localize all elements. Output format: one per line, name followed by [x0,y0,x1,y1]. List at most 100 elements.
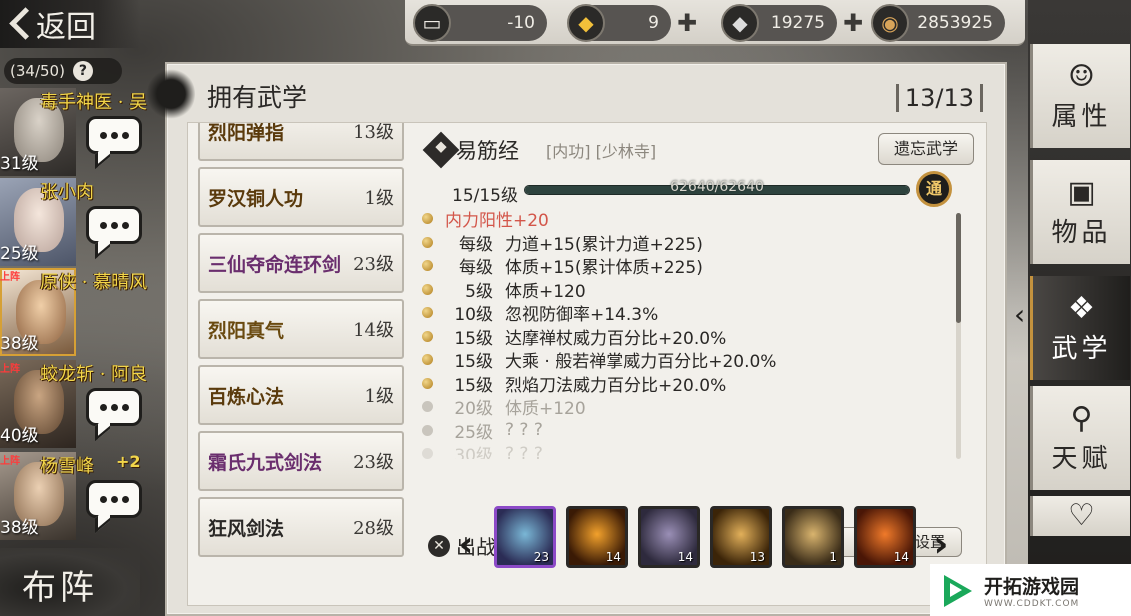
attribute-icon: ☺ [1068,59,1095,94]
slot-count: 14 [605,550,621,564]
roster-count: (34/50) ? [4,58,122,84]
stamina-counter: ▭ -10 [413,4,547,42]
effect-row: 10级 忽视防御率+14.3% [422,301,946,325]
effect-text: 体质+120 [505,281,586,302]
skill-list-item[interactable]: 狂风剑法 28级 [198,497,404,557]
flame-blade-icon[interactable]: 14 [854,506,916,568]
help-icon[interactable]: ? [72,61,93,81]
formation-button[interactable]: 布阵 [0,548,140,616]
tab-天赋[interactable]: ⚲ 天赋 [1030,386,1130,490]
hero-level: 38级 [0,334,39,354]
chat-icon[interactable] [86,206,142,244]
effect-level: 每级 [459,234,493,255]
skill-list-item[interactable]: 三仙夺命连环剑 23级 [198,233,404,293]
skill-list-name: 罗汉铜人功 [208,187,304,210]
skill-list-item[interactable]: 百炼心法 1级 [198,365,404,425]
effect-level: 15级 [454,328,493,349]
add-silver-icon[interactable]: ✚ [841,11,865,35]
tab-label: 属性 [1051,102,1112,132]
chat-icon[interactable] [86,388,142,426]
skill-list-item[interactable]: 烈阳真气 14级 [198,299,404,359]
forget-skill-button[interactable]: 遗忘武学 [878,133,974,165]
back-button[interactable]: 返回 [0,0,140,48]
effects-list: 内力阳性+20 每级 力道+15(累计力道+225) 每级 体质+15(累计体质+225… [422,207,946,459]
tab-extra[interactable]: ♡ [1030,496,1130,536]
effect-level: 15级 [454,375,493,396]
hero-name: 杨雪峰 [40,456,94,477]
effect-row: 20级 体质+120 [422,395,946,419]
skill-list-item[interactable]: 罗汉铜人功 1级 [198,167,404,227]
effect-text: 体质+15(累计体质+225) [505,258,703,279]
effect-level: 20级 [454,399,493,420]
watermark-title: 开拓游戏园 [984,575,1080,598]
hero-card-3[interactable]: 上阵 原侠 · 慕晴风 38级 [0,268,165,356]
hero-level: 31级 [0,154,39,174]
hero-name: 原侠 · 慕晴风 [40,272,148,293]
copper-value: 2853925 [917,13,993,33]
effect-level: 30级 [454,446,493,459]
tab-属性[interactable]: ☺ 属性 [1030,44,1130,148]
effect-text: ? ? ? [505,420,543,441]
exp-text: 62640/62640 [670,179,764,195]
fire-monk-icon[interactable]: 14 [566,506,628,568]
hero-name: 蛟龙斩 · 阿良 [40,364,148,385]
slot-count: 1 [829,550,837,564]
effect-text: 忽视防御率+14.3% [505,305,659,326]
watermark-url: WWW.CDDKT.COM [984,598,1080,609]
bullet-icon [422,401,433,413]
hero-card-5[interactable]: 上阵 杨雪峰 +2 38级 [0,452,165,540]
chat-icon[interactable] [86,480,142,518]
skill-list-item[interactable]: 烈阳弹指 13级 [198,123,404,161]
mastery-badge[interactable]: 通 [916,171,952,207]
hero-level: 40级 [0,426,39,446]
effect-text: 体质+120 [505,399,586,420]
skill-list-level: 23级 [353,254,394,275]
stamina-value: -10 [507,13,535,33]
skill-tags: [内功] [少林寺] [546,142,657,161]
active-tab-arrow-icon: ‹ [1014,298,1026,331]
hero-card-4[interactable]: 上阵 蛟龙斩 · 阿良 40级 [0,360,165,448]
add-gold-icon[interactable]: ✚ [675,11,699,35]
bullet-icon [422,236,433,248]
slot-count: 13 [749,550,765,564]
tab-武学[interactable]: ❖ 武学 [1030,276,1130,380]
effects-scrollbar[interactable] [956,213,961,459]
skill-list-level: 1级 [364,188,394,209]
skill-count: 13/13 [895,84,983,112]
item-icon: ▣ [1067,175,1096,210]
staff-monk-icon[interactable]: 14 [638,506,700,568]
skill-list-name: 烈阳弹指 [208,123,285,144]
skill-list[interactable]: 烈阳弹指 13级 罗汉铜人功 1级 三仙夺命连环剑 23级 烈阳真气 14级 百炼心法 1级 霜氏九… [198,123,406,607]
chat-icon[interactable] [86,116,142,154]
slot-count: 14 [893,550,909,564]
slot-count: 23 [533,550,549,564]
skill-list-name: 三仙夺命连环剑 [208,253,342,276]
silver-counter: ◆ 19275 ✚ [721,4,863,42]
skill-name: 易筋经 [456,139,519,163]
bullet-icon [422,260,433,272]
hero-card-2[interactable]: 张小肉 25级 [0,178,165,266]
hero-name: 毒手神医 · 吴 [40,92,148,113]
back-arrow-icon [8,7,30,41]
heart-icon: ♡ [1068,497,1095,533]
roster-count-text: (34/50) [10,62,65,80]
slots-next-icon[interactable]: › [931,520,951,570]
skill-list-item[interactable]: 霜氏九式剑法 23级 [198,431,404,491]
effect-row: 15级 烈焰刀法威力百分比+20.0% [422,372,946,396]
meditation-icon[interactable]: 1 [782,506,844,568]
deployed-tag: 上阵 [0,364,20,375]
silver-value: 19275 [770,13,825,33]
tab-物品[interactable]: ▣ 物品 [1030,160,1130,264]
deployed-tag: 上阵 [0,456,20,467]
golden-palm-icon[interactable]: 13 [710,506,772,568]
sword-rain-icon[interactable]: 23 [494,506,556,568]
skill-list-name: 烈阳真气 [208,319,285,342]
skill-list-level: 14级 [353,320,394,341]
skill-list-name: 百炼心法 [208,385,285,408]
skill-list-level: 13级 [353,123,394,143]
hero-card-1[interactable]: 毒手神医 · 吴 31级 [0,88,165,176]
stamina-icon: ▭ [413,4,451,42]
skill-list-level: 1级 [364,386,394,407]
slots-prev-icon[interactable]: ‹ [456,520,476,570]
currency-bar: ▭ -10 ◆ 9 ✚ ◆ 19275 ✚ ◉ 2853925 [405,0,1025,46]
